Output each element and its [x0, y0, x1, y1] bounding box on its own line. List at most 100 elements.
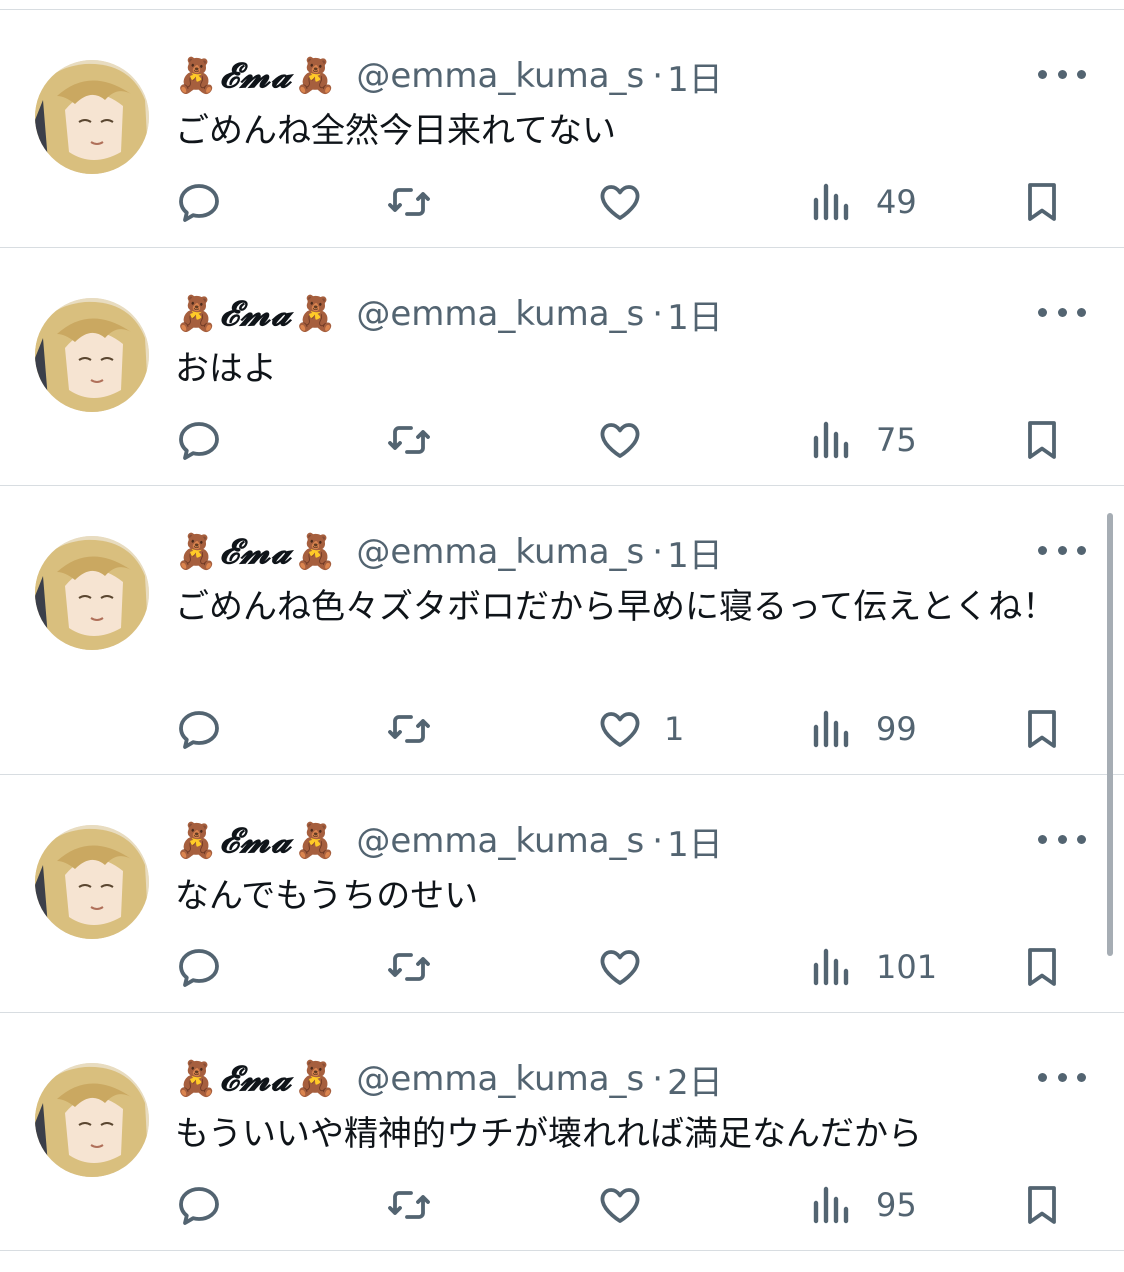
views-button[interactable]: 99 — [808, 704, 917, 754]
timestamp[interactable]: 1日 — [667, 528, 723, 577]
bookmark-icon — [1028, 421, 1056, 459]
bookmark-button[interactable] — [1018, 942, 1066, 992]
views-icon — [813, 183, 849, 221]
separator: · — [652, 1059, 664, 1099]
avatar[interactable] — [35, 825, 149, 939]
more-icon[interactable] — [1038, 62, 1086, 86]
retweet-icon — [388, 953, 430, 981]
reply-button[interactable] — [175, 942, 223, 992]
retweet-button[interactable] — [385, 415, 433, 465]
scrollbar[interactable] — [1107, 513, 1113, 956]
reply-button[interactable] — [175, 177, 223, 227]
bear-emoji: 🧸 — [294, 1059, 337, 1099]
display-name[interactable]: 𝓔𝓶𝓪 — [219, 1059, 292, 1099]
views-count: 75 — [876, 421, 917, 459]
reply-button[interactable] — [175, 415, 223, 465]
views-icon — [813, 1186, 849, 1224]
heart-icon — [600, 423, 640, 458]
bookmark-button[interactable] — [1018, 704, 1066, 754]
handle[interactable]: @emma_kuma_s — [356, 294, 644, 334]
retweet-button[interactable] — [385, 942, 433, 992]
reply-button[interactable] — [175, 1180, 223, 1230]
handle[interactable]: @emma_kuma_s — [356, 1059, 644, 1099]
tweet[interactable]: 🧸 𝓔𝓶𝓪 🧸 @emma_kuma_s · 1日 おはよ 75 — [0, 248, 1124, 486]
bookmark-button[interactable] — [1018, 415, 1066, 465]
reply-icon — [179, 1187, 219, 1225]
more-icon[interactable] — [1038, 1065, 1086, 1089]
like-button[interactable] — [596, 1180, 664, 1230]
like-button[interactable] — [596, 177, 664, 227]
action-bar: 101 — [0, 942, 1124, 992]
tweet-header: 🧸 𝓔𝓶𝓪 🧸 @emma_kuma_s · 1日 — [175, 528, 723, 577]
tweet[interactable]: 🧸 𝓔𝓶𝓪 🧸 @emma_kuma_s · 1日 ごめんね全然今日来れてない … — [0, 10, 1124, 248]
views-button[interactable]: 49 — [808, 177, 917, 227]
like-button[interactable] — [596, 415, 664, 465]
retweet-button[interactable] — [385, 177, 433, 227]
timestamp[interactable]: 1日 — [667, 52, 723, 101]
retweet-button[interactable] — [385, 1180, 433, 1230]
handle[interactable]: @emma_kuma_s — [356, 56, 644, 96]
tweet-header: 🧸 𝓔𝓶𝓪 🧸 @emma_kuma_s · 1日 — [175, 817, 723, 866]
timeline[interactable]: 🧸 𝓔𝓶𝓪 🧸 @emma_kuma_s · 1日 ごめんね全然今日来れてない … — [0, 10, 1124, 1251]
retweet-icon — [388, 188, 430, 216]
more-icon[interactable] — [1038, 827, 1086, 851]
tweet[interactable]: 🧸 𝓔𝓶𝓪 🧸 @emma_kuma_s · 1日 なんでもうちのせい 101 — [0, 775, 1124, 1013]
separator: · — [652, 56, 664, 96]
bookmark-icon — [1028, 710, 1056, 748]
display-name[interactable]: 𝓔𝓶𝓪 — [219, 294, 292, 334]
bear-emoji: 🧸 — [175, 532, 218, 572]
views-count: 95 — [876, 1186, 917, 1224]
avatar[interactable] — [35, 536, 149, 650]
heart-icon — [600, 185, 640, 220]
tweet[interactable]: 🧸 𝓔𝓶𝓪 🧸 @emma_kuma_s · 1日 ごめんね色々ズタボロだから早… — [0, 486, 1124, 775]
action-bar: 75 — [0, 415, 1124, 465]
like-button[interactable] — [596, 942, 664, 992]
avatar-image — [35, 298, 149, 412]
handle[interactable]: @emma_kuma_s — [356, 532, 644, 572]
reply-icon — [179, 711, 219, 749]
tweet[interactable]: 🧸 𝓔𝓶𝓪 🧸 @emma_kuma_s · 2日 もういいや精神的ウチが壊れれ… — [0, 1013, 1124, 1251]
avatar-image — [35, 60, 149, 174]
bear-emoji: 🧸 — [294, 294, 337, 334]
retweet-button[interactable] — [385, 704, 433, 754]
tweet-header: 🧸 𝓔𝓶𝓪 🧸 @emma_kuma_s · 1日 — [175, 52, 723, 101]
views-button[interactable]: 75 — [808, 415, 917, 465]
timestamp[interactable]: 2日 — [667, 1055, 723, 1104]
reply-button[interactable] — [175, 704, 223, 754]
views-button[interactable]: 101 — [808, 942, 937, 992]
action-bar: 49 — [0, 177, 1124, 227]
more-icon[interactable] — [1038, 300, 1086, 324]
display-name[interactable]: 𝓔𝓶𝓪 — [219, 821, 292, 861]
bookmark-icon — [1028, 948, 1056, 986]
bear-emoji: 🧸 — [294, 532, 337, 572]
tweet-text: もういいや精神的ウチが壊れれば満足なんだから — [175, 1114, 922, 1154]
display-name[interactable]: 𝓔𝓶𝓪 — [219, 56, 292, 96]
handle[interactable]: @emma_kuma_s — [356, 821, 644, 861]
views-icon — [813, 948, 849, 986]
reply-icon — [179, 184, 219, 222]
separator: · — [652, 294, 664, 334]
avatar[interactable] — [35, 298, 149, 412]
tweet-text: おはよ — [175, 349, 277, 389]
tweet-text: なんでもうちのせい — [175, 876, 479, 916]
views-icon — [813, 421, 849, 459]
views-count: 101 — [876, 948, 938, 986]
more-icon[interactable] — [1038, 538, 1086, 562]
reply-icon — [179, 422, 219, 460]
views-button[interactable]: 95 — [808, 1180, 917, 1230]
timestamp[interactable]: 1日 — [667, 290, 723, 339]
timestamp[interactable]: 1日 — [667, 817, 723, 866]
avatar[interactable] — [35, 1063, 149, 1177]
display-name[interactable]: 𝓔𝓶𝓪 — [219, 532, 292, 572]
reply-icon — [179, 949, 219, 987]
separator: · — [652, 821, 664, 861]
bookmark-button[interactable] — [1018, 1180, 1066, 1230]
avatar[interactable] — [35, 60, 149, 174]
bear-emoji: 🧸 — [175, 1059, 218, 1099]
like-button[interactable]: 1 — [596, 704, 684, 754]
heart-icon — [600, 712, 640, 747]
bookmark-icon — [1028, 183, 1056, 221]
bear-emoji: 🧸 — [175, 821, 218, 861]
bookmark-button[interactable] — [1018, 177, 1066, 227]
avatar-image — [35, 825, 149, 939]
